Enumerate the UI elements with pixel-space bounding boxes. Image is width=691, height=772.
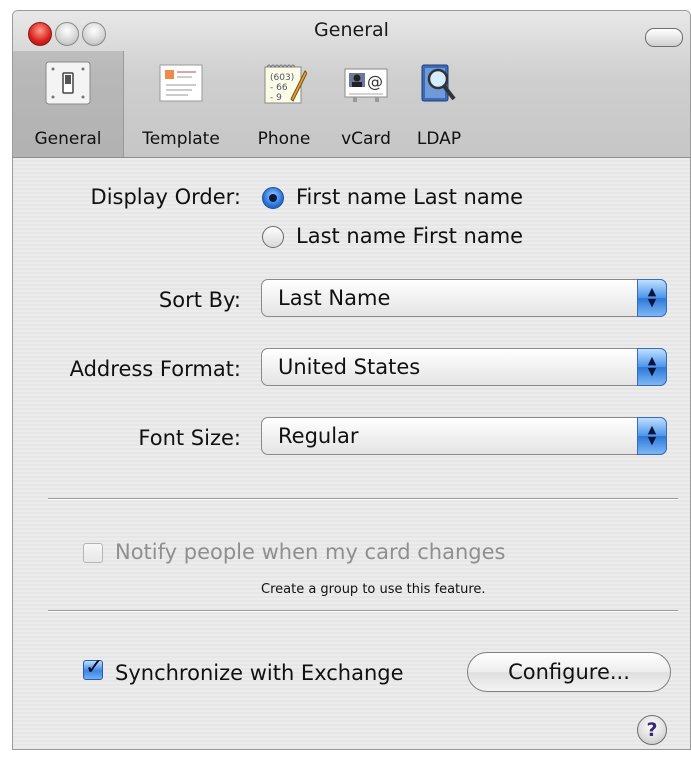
tab-label: General: [34, 129, 102, 149]
sync-exchange-label[interactable]: Synchronize with Exchange: [115, 661, 404, 685]
window-chrome: General General Template (603) - 66 - 9 …: [13, 11, 690, 158]
sort-by-label: Sort By:: [158, 288, 241, 312]
tab-label: LDAP: [416, 129, 462, 149]
tab-label: vCard: [341, 129, 391, 149]
tab-label: Phone: [257, 129, 311, 149]
address-format-value: United States: [278, 355, 421, 379]
vcard-icon: @: [344, 68, 388, 102]
tab-template[interactable]: Template: [125, 51, 237, 157]
window-title: General: [314, 19, 389, 41]
tab-label: Template: [142, 129, 220, 149]
svg-text:(603): (603): [270, 73, 294, 83]
tab-ldap[interactable]: LDAP: [409, 51, 469, 157]
tab-vcard[interactable]: @ vCard: [331, 51, 401, 157]
font-size-label: Font Size:: [138, 426, 241, 450]
notify-hint: Create a group to use this feature.: [261, 582, 486, 597]
title-bar[interactable]: General: [13, 11, 690, 51]
sort-by-value: Last Name: [278, 286, 391, 310]
popup-arrows-icon: ▲ ▼: [637, 279, 667, 317]
radio-last-first-label[interactable]: Last name First name: [296, 224, 523, 248]
sync-exchange-checkbox[interactable]: ✓: [83, 655, 103, 680]
popup-arrows-icon: ▲ ▼: [637, 417, 667, 455]
notify-label: Notify people when my card changes: [115, 540, 506, 564]
font-size-popup[interactable]: Regular ▲ ▼: [261, 417, 667, 455]
ldap-search-icon: [421, 64, 456, 102]
template-card-icon: [159, 64, 203, 102]
notify-checkbox[interactable]: [83, 543, 103, 563]
radio-first-last[interactable]: [262, 187, 284, 209]
font-size-value: Regular: [278, 424, 359, 448]
phone-notepad-icon: (603) - 66 - 9: [264, 64, 307, 104]
tab-phone[interactable]: (603) - 66 - 9 Phone: [249, 51, 319, 157]
configure-button[interactable]: Configure...: [467, 652, 671, 692]
address-format-label: Address Format:: [69, 357, 241, 381]
help-button[interactable]: ?: [637, 715, 667, 745]
preferences-toolbar: General Template (603) - 66 - 9 Phone @ …: [13, 51, 690, 157]
popup-arrows-icon: ▲ ▼: [637, 348, 667, 386]
tab-general[interactable]: General: [13, 51, 124, 157]
svg-text:@: @: [367, 72, 383, 91]
light-switch-icon: [45, 61, 91, 105]
display-order-label: Display Order:: [90, 185, 241, 209]
svg-text:- 66: - 66: [270, 83, 288, 93]
toolbar-toggle-button[interactable]: [645, 28, 683, 47]
sort-by-popup[interactable]: Last Name ▲ ▼: [261, 279, 667, 317]
separator: [48, 610, 678, 612]
general-preferences-pane: Display Order: First name Last name Last…: [13, 158, 690, 749]
svg-text:- 9: - 9: [270, 93, 282, 103]
separator: [48, 498, 678, 500]
radio-last-first[interactable]: [262, 226, 284, 248]
preferences-window: General General Template (603) - 66 - 9 …: [12, 10, 691, 750]
radio-first-last-label[interactable]: First name Last name: [296, 185, 523, 209]
checkmark-icon: ✓: [85, 655, 104, 680]
address-format-popup[interactable]: United States ▲ ▼: [261, 348, 667, 386]
